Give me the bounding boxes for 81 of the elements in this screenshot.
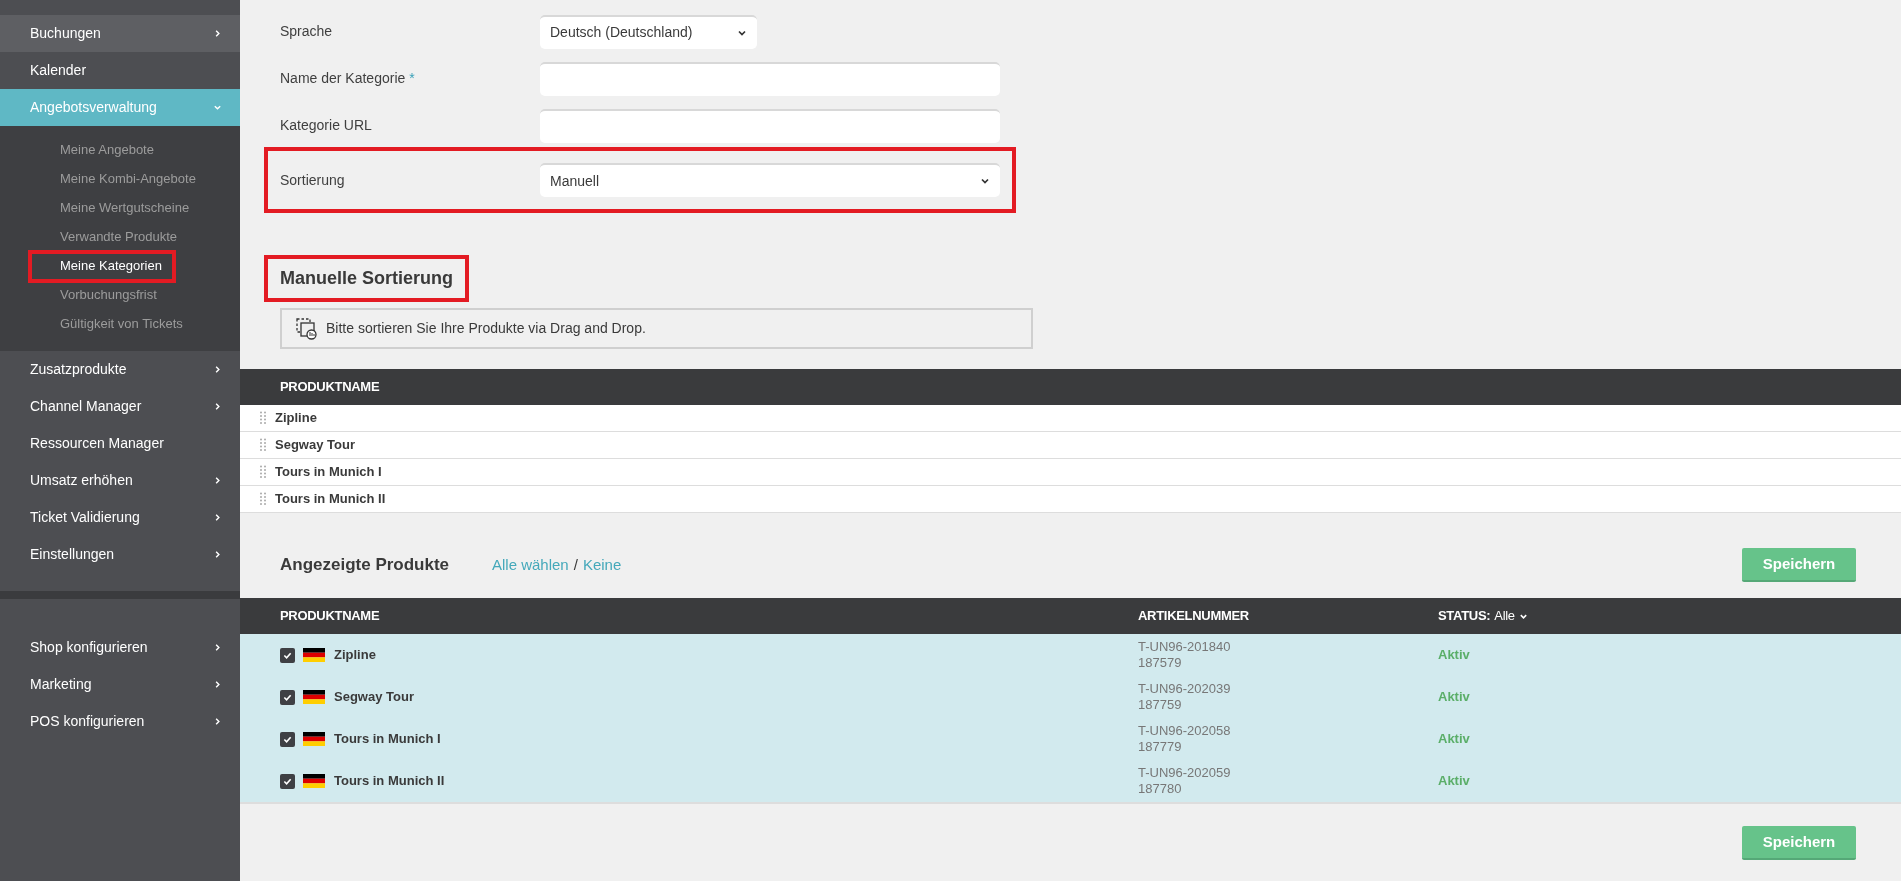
product-name: Tours in Munich II: [275, 490, 386, 509]
drag-handle-icon[interactable]: [260, 492, 266, 506]
chevron-icon: [213, 365, 222, 374]
drag-handle-icon[interactable]: [260, 411, 266, 425]
input-field[interactable]: [540, 61, 1000, 96]
table-row[interactable]: Zipline: [240, 405, 1901, 432]
chevron-icon: [213, 550, 222, 559]
chevron-icon: [213, 717, 222, 726]
sidebar-item[interactable]: Kalender: [0, 52, 240, 89]
flag-icon: [303, 732, 325, 746]
section-heading: Angezeigte Produkte: [280, 554, 451, 577]
article-number: T-UN96-202058 187779: [1138, 723, 1232, 755]
chevron-icon: [213, 476, 222, 485]
submenu-item[interactable]: Meine Kombi-Angebote: [30, 165, 208, 194]
checkbox[interactable]: [280, 689, 295, 705]
product-name: Tours in Munich II: [334, 772, 445, 791]
info-text: Bitte sortieren Sie Ihre Produkte via Drag and Drop.: [326, 319, 646, 338]
article-number: T-UN96-201840 187579: [1138, 639, 1232, 671]
sidebar-item[interactable]: Einstellungen: [0, 536, 240, 573]
checkbox[interactable]: [280, 773, 295, 789]
field-label: Sortierung: [280, 170, 346, 190]
drag-handle-icon[interactable]: [260, 438, 266, 452]
status-text: Aktiv: [1438, 646, 1470, 665]
submenu-item[interactable]: Meine Kategorien: [30, 252, 174, 281]
checkmark-icon: [283, 776, 292, 786]
checkbox[interactable]: [280, 647, 295, 663]
chevron-icon: [213, 29, 222, 38]
sidebar-item[interactable]: Zusatzprodukte: [0, 351, 240, 388]
status-text: Aktiv: [1438, 772, 1470, 791]
sidebar-item[interactable]: Shop konfigurieren: [0, 629, 240, 666]
table-row[interactable]: Segway Tour: [240, 432, 1901, 459]
sidebar-item[interactable]: Umsatz erhöhen: [0, 462, 240, 499]
chevron-icon: [213, 103, 222, 112]
input-field[interactable]: [540, 108, 1000, 143]
flag-icon: [303, 774, 325, 788]
product-name: Zipline: [275, 409, 317, 428]
submenu-item[interactable]: Verwandte Produkte: [30, 223, 190, 252]
flag-icon: [303, 690, 325, 704]
status-text: Aktiv: [1438, 688, 1470, 707]
checkmark-icon: [283, 692, 292, 702]
select-field[interactable]: Manuell: [540, 163, 1000, 197]
submenu-item[interactable]: Vorbuchungsfrist: [30, 281, 169, 310]
status-text: Aktiv: [1438, 730, 1470, 749]
chevron-icon: [213, 680, 222, 689]
sidebar-item[interactable]: Buchungen: [0, 15, 240, 52]
drag-handle-icon[interactable]: [260, 465, 266, 479]
sidebar-item[interactable]: Ressourcen Manager: [0, 425, 240, 462]
sidebar-item[interactable]: Channel Manager: [0, 388, 240, 425]
submenu-item[interactable]: Meine Angebote: [30, 136, 166, 165]
product-name: Segway Tour: [275, 436, 355, 455]
field-label: Sprache: [280, 22, 334, 41]
caret-icon: [980, 176, 990, 186]
checkbox[interactable]: [280, 731, 295, 747]
checkmark-icon: [283, 734, 292, 744]
chevron-icon: [213, 513, 222, 522]
article-number: T-UN96-202039 187759: [1138, 681, 1232, 713]
field-label: Name der Kategorie *: [280, 69, 416, 88]
product-name: Tours in Munich I: [275, 463, 382, 482]
product-name: Zipline: [334, 646, 376, 665]
select-field[interactable]: Deutsch (Deutschland): [540, 14, 757, 49]
sidebar-item[interactable]: Marketing: [0, 666, 240, 703]
chevron-icon: [213, 643, 222, 652]
column-header: ARTIKELNUMMER: [1138, 607, 1250, 626]
product-name: Segway Tour: [334, 688, 414, 707]
sidebar-item[interactable]: POS konfigurieren: [0, 703, 240, 740]
checkmark-icon: [283, 650, 292, 660]
table-row[interactable]: Tours in Munich II: [240, 486, 1901, 513]
sidebar-item[interactable]: Ticket Validierung: [0, 499, 240, 536]
separator-text: /: [573, 554, 578, 575]
chevron-icon: [213, 402, 222, 411]
product-name: Tours in Munich I: [334, 730, 441, 749]
submenu-item[interactable]: Meine Wertgutscheine: [30, 194, 202, 223]
status-filter[interactable]: STATUS: Alle: [1438, 606, 1528, 626]
drag-drop-icon: [296, 317, 318, 340]
article-number: T-UN96-202059 187780: [1138, 765, 1232, 797]
table-row[interactable]: Tours in Munich I: [240, 459, 1901, 486]
submenu-item[interactable]: Gültigkeit von Tickets: [30, 310, 195, 339]
field-label: Kategorie URL: [280, 116, 373, 135]
flag-icon: [303, 648, 325, 662]
column-header: PRODUKTNAME: [280, 607, 381, 626]
column-header: PRODUKTNAME: [280, 378, 380, 397]
